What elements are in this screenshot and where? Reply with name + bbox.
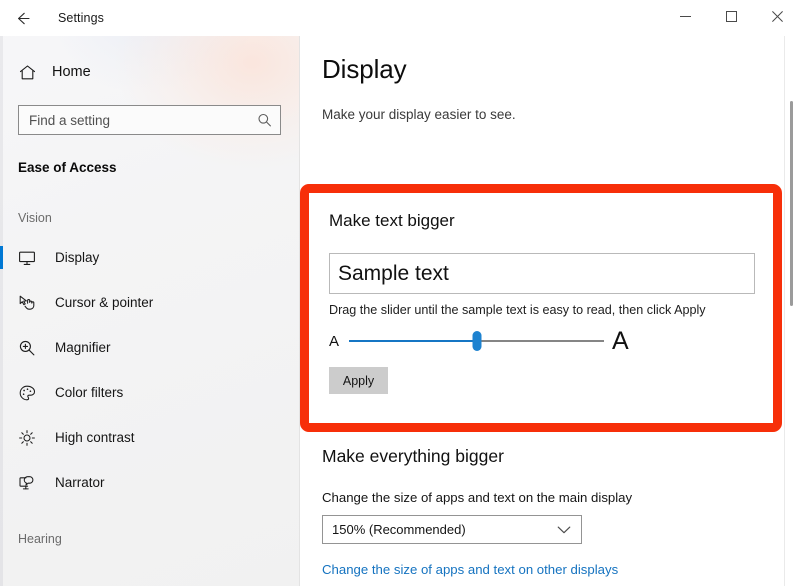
text-size-slider[interactable]	[349, 330, 604, 352]
sidebar: Home Ease of Access Vision	[0, 36, 300, 586]
slider-thumb[interactable]	[472, 331, 481, 351]
close-icon	[771, 10, 783, 22]
brightness-sun-icon	[18, 429, 46, 447]
scale-dropdown-value: 150% (Recommended)	[332, 522, 466, 537]
sidebar-item-label: Narrator	[55, 475, 105, 490]
title-bar: Settings	[0, 0, 800, 36]
monitor-icon	[18, 249, 46, 267]
magnifier-plus-icon	[18, 339, 46, 357]
arrow-left-icon	[14, 10, 31, 27]
window-controls	[662, 0, 800, 36]
make-everything-bigger-heading: Make everything bigger	[322, 446, 504, 466]
close-button[interactable]	[754, 0, 800, 32]
sidebar-nav-list: Display Cursor & pointer Magnifier Color…	[0, 235, 299, 505]
maximize-icon	[725, 10, 737, 22]
sidebar-item-cursor-pointer[interactable]: Cursor & pointer	[0, 280, 299, 325]
maximize-button[interactable]	[708, 0, 754, 32]
scale-label: Change the size of apps and text on the …	[322, 490, 633, 505]
scale-dropdown[interactable]: 150% (Recommended)	[322, 515, 582, 544]
sidebar-item-label: High contrast	[55, 430, 135, 445]
sidebar-item-narrator[interactable]: Narrator	[0, 460, 299, 505]
search-icon	[257, 113, 272, 128]
sidebar-section-title: Ease of Access	[18, 160, 117, 175]
settings-window: Settings Home Find a setting Ease of Acc…	[0, 0, 800, 586]
vertical-scrollbar[interactable]	[790, 101, 793, 306]
sidebar-group-hearing: Hearing	[18, 532, 62, 546]
sample-text-preview: Sample text	[329, 253, 755, 294]
make-everything-bigger-section: Make everything bigger Change the size o…	[322, 446, 770, 586]
sidebar-item-label: Magnifier	[55, 340, 111, 355]
sidebar-item-home[interactable]: Home	[0, 53, 299, 91]
slider-fill	[349, 340, 477, 342]
sidebar-item-magnifier[interactable]: Magnifier	[0, 325, 299, 370]
slider-instruction: Drag the slider until the sample text is…	[329, 303, 706, 317]
main-content: Display Make your display easier to see.…	[300, 36, 800, 586]
search-box[interactable]	[18, 105, 281, 135]
narrator-icon	[18, 474, 46, 492]
back-button[interactable]	[0, 1, 44, 35]
sidebar-item-label: Display	[55, 250, 100, 265]
slider-max-label: A	[612, 326, 629, 355]
sidebar-item-color-filters[interactable]: Color filters	[0, 370, 299, 415]
sidebar-item-label: Color filters	[55, 385, 124, 400]
page-title: Display	[322, 54, 407, 84]
page-subtitle: Make your display easier to see.	[322, 107, 516, 122]
make-text-bigger-heading: Make text bigger	[329, 211, 455, 230]
window-body: Home Ease of Access Vision	[0, 36, 800, 586]
highlight-annotation-make-text-bigger: Make text bigger Sample text Drag the sl…	[300, 184, 782, 432]
minimize-icon	[679, 11, 691, 22]
cursor-pointer-icon	[18, 294, 46, 312]
selection-indicator	[0, 246, 3, 269]
home-icon	[18, 63, 44, 82]
minimize-button[interactable]	[662, 0, 708, 32]
search-input[interactable]	[19, 106, 280, 134]
sample-text-value: Sample text	[338, 261, 449, 285]
apply-button[interactable]: Apply	[329, 367, 388, 394]
sidebar-item-display[interactable]: Display	[0, 235, 299, 280]
sidebar-item-label: Cursor & pointer	[55, 295, 154, 310]
sidebar-item-high-contrast[interactable]: High contrast	[0, 415, 299, 460]
color-palette-icon	[18, 384, 46, 402]
slider-min-label: A	[329, 332, 340, 350]
window-title: Settings	[58, 11, 104, 25]
chevron-down-icon	[557, 525, 571, 534]
search-container	[0, 91, 299, 135]
link-other-displays[interactable]: Change the size of apps and text on othe…	[322, 562, 770, 577]
sidebar-group-vision: Vision	[18, 211, 52, 225]
sidebar-home-label: Home	[52, 64, 91, 80]
text-size-slider-row: A A	[329, 326, 755, 355]
